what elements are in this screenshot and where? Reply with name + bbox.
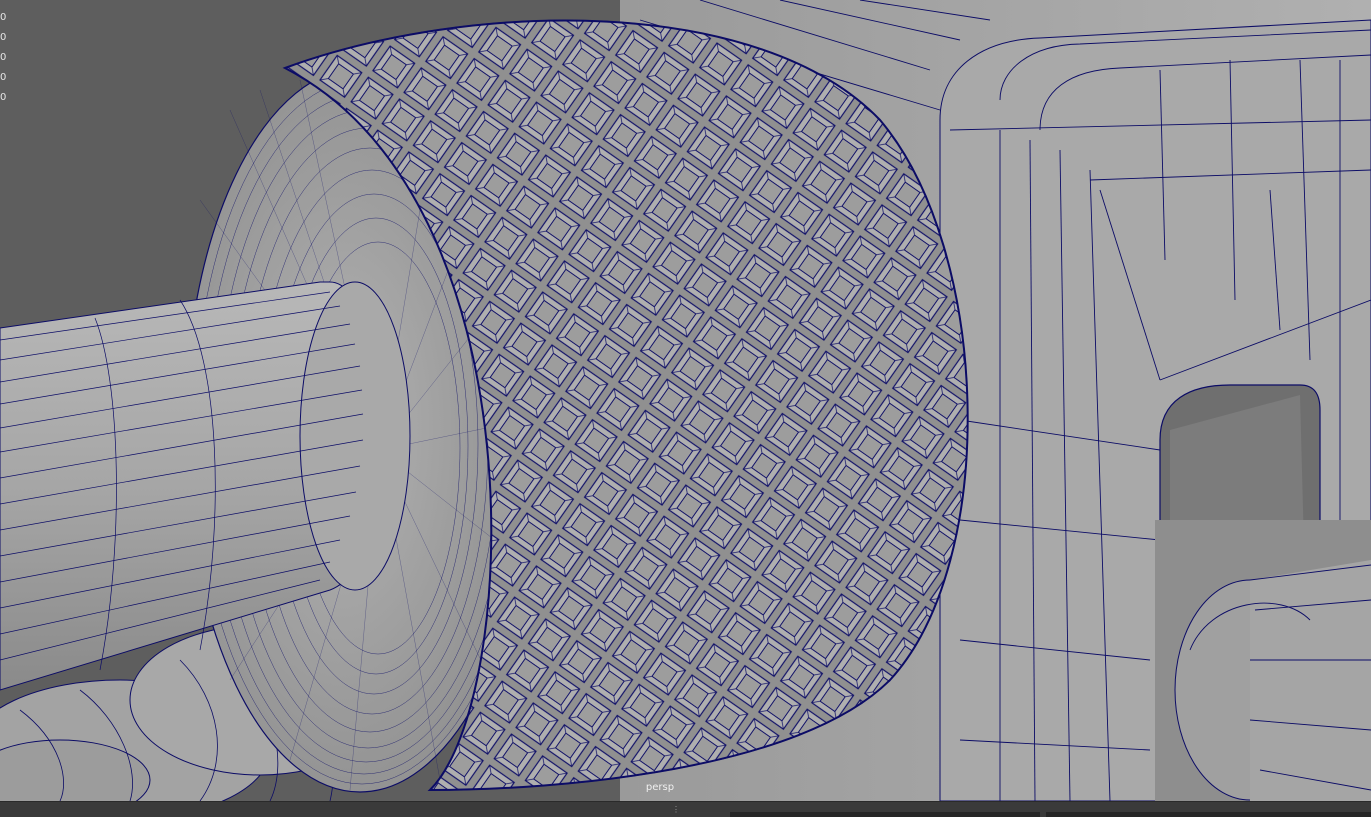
panel-divider-segment[interactable] [730,812,1040,817]
camera-name-label: persp [645,782,675,793]
hud-value: 0 [0,12,7,23]
hud-readout: 0 0 0 0 0 [0,8,6,108]
hud-value: 0 [0,52,7,63]
hud-value: 0 [0,92,7,103]
panel-bottom-bar[interactable]: ⋮ [0,801,1371,817]
hud-value: 0 [0,72,7,83]
panel-divider-segment[interactable] [1046,812,1371,817]
3d-viewport-scene[interactable] [0,0,1371,801]
maya-viewport-panel[interactable]: 0 0 0 0 0 persp [0,0,1371,801]
right-peg [1155,520,1371,801]
drag-handle-icon[interactable]: ⋮ [672,806,680,816]
hud-value: 0 [0,32,7,43]
